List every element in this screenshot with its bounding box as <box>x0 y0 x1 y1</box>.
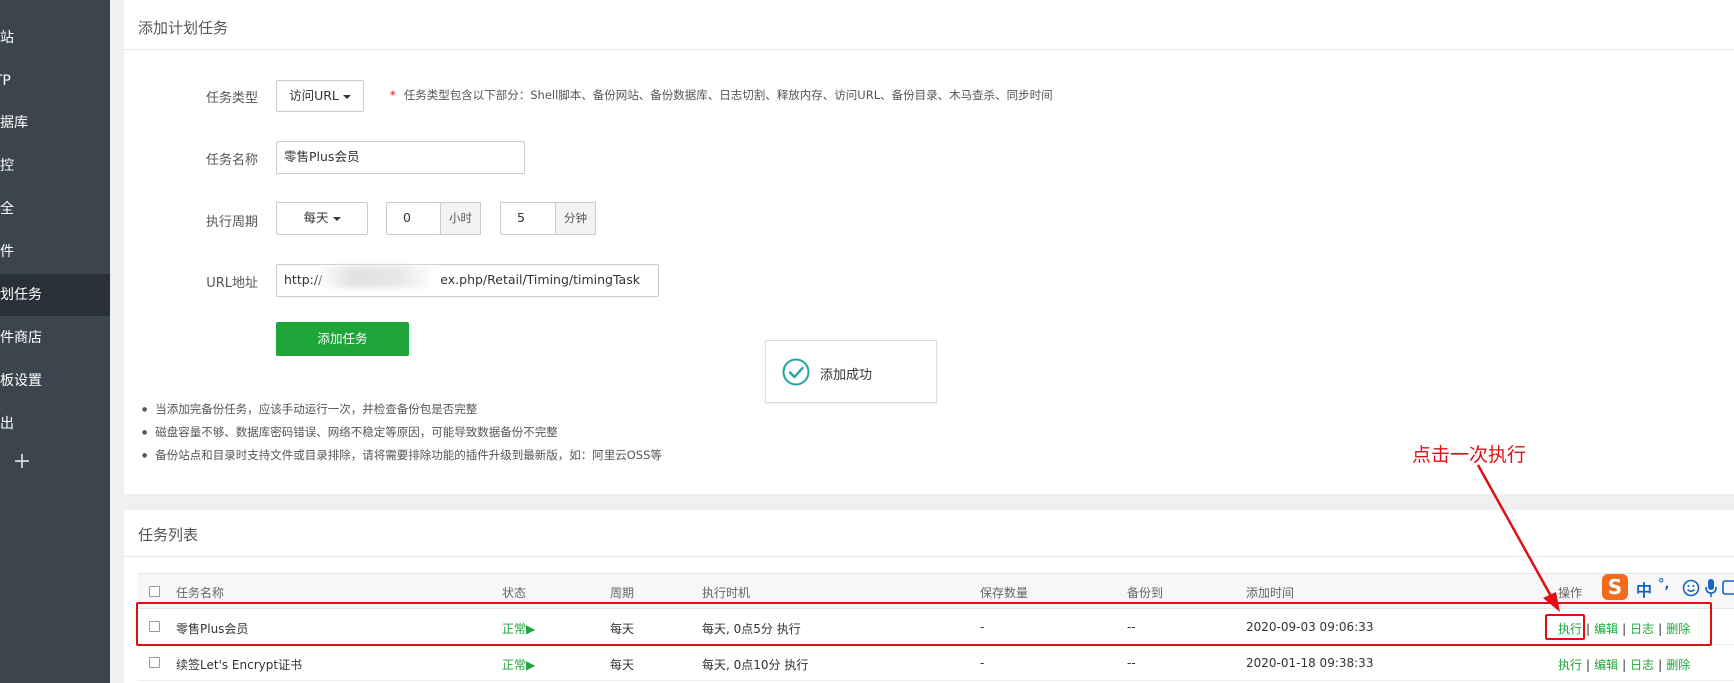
period-value: 每天 <box>303 210 329 225</box>
task-name-input[interactable]: 零售Plus会员 <box>276 141 525 174</box>
sidebar-item-label: 监控 <box>0 158 14 174</box>
select-all-checkbox[interactable] <box>149 586 160 597</box>
sidebar-item-settings[interactable]: 面板设置 <box>0 360 110 402</box>
redaction-blur <box>318 266 436 288</box>
caret-down-icon <box>342 94 351 99</box>
add-task-button[interactable]: 添加任务 <box>276 322 409 356</box>
annotation-row-highlight <box>136 602 1712 646</box>
sidebar-item-label: 安全 <box>0 201 14 217</box>
check-circle-icon <box>782 358 810 386</box>
column-header: 添加时间 <box>1246 586 1295 600</box>
divider <box>124 49 1734 50</box>
emoji-icon[interactable] <box>1682 579 1700 597</box>
column-header: 操作 <box>1558 586 1583 600</box>
caret-down-icon <box>332 216 341 221</box>
ime-lang-toggle[interactable]: 中 <box>1636 577 1652 601</box>
required-star: * <box>390 88 396 102</box>
minute-unit: 分钟 <box>555 202 596 235</box>
microphone-icon[interactable] <box>1704 578 1718 598</box>
task-name: 续签Let's Encrypt证书 <box>176 658 303 672</box>
column-header: 备份到 <box>1127 586 1164 600</box>
sidebar-item-website[interactable]: 网站 <box>0 17 110 59</box>
list-item: 当添加完备份任务，应该手动运行一次，并检查备份包是否完整 <box>142 401 477 417</box>
task-type-dropdown[interactable]: 访问URL <box>276 80 364 112</box>
log-link[interactable]: 日志 <box>1630 658 1654 672</box>
run-link[interactable]: 执行 <box>1558 658 1582 672</box>
sidebar-item-label: 网站 <box>0 30 14 46</box>
sidebar-item-label: 软件商店 <box>0 330 42 346</box>
task-list-title: 任务列表 <box>138 526 199 544</box>
add-task-panel <box>124 0 1734 494</box>
sidebar-item-database[interactable]: 数据库 <box>0 102 110 144</box>
sidebar-item-logout[interactable]: 退出 <box>0 403 110 445</box>
sidebar-item-monitor[interactable]: 监控 <box>0 145 110 187</box>
delete-link[interactable]: 删除 <box>1666 658 1690 672</box>
ime-toolbar: S 中 °, <box>1602 574 1734 602</box>
column-header: 任务名称 <box>176 586 225 600</box>
sidebar-item-security[interactable]: 安全 <box>0 188 110 230</box>
hint-text: 任务类型包含以下部分：Shell脚本、备份网站、备份数据库、日志切割、释放内存、… <box>403 88 1053 102</box>
task-type-hint: * 任务类型包含以下部分：Shell脚本、备份网站、备份数据库、日志切割、释放内存… <box>390 87 1053 103</box>
column-header: 保存数量 <box>980 586 1029 600</box>
period-label: 执行周期 <box>205 215 258 230</box>
ime-punct-toggle[interactable]: °, <box>1658 577 1669 592</box>
task-type-label: 任务类型 <box>205 91 258 106</box>
edit-link[interactable]: 编辑 <box>1594 658 1618 672</box>
hour-unit: 小时 <box>440 202 481 235</box>
url-prefix: http:// <box>284 272 323 287</box>
column-header: 周期 <box>610 586 635 600</box>
annotation-text: 点击一次执行 <box>1412 444 1527 466</box>
column-header: 执行时机 <box>702 586 751 600</box>
sidebar: 网站 FTP 数据库 监控 安全 文件 计划任务 软件商店 面板设置 退出 + <box>0 0 110 683</box>
sidebar-item-label: 文件 <box>0 244 14 260</box>
success-toast: 添加成功 <box>765 340 937 403</box>
divider <box>124 556 1734 557</box>
list-item: 磁盘容量不够、数据库密码错误、网络不稳定等原因，可能导致数据备份不完整 <box>142 424 558 440</box>
sidebar-item-label: FTP <box>0 73 11 89</box>
row-checkbox[interactable] <box>149 657 160 668</box>
list-item: 备份站点和目录时支持文件或目录排除，请将需要排除功能的插件升级到最新版，如：阿里… <box>142 447 662 463</box>
keyboard-icon[interactable] <box>1722 579 1734 597</box>
table-row: 续签Let's Encrypt证书 正常▶ 每天 每天, 0点10分 执行 - … <box>138 645 1734 681</box>
task-name-label: 任务名称 <box>205 153 258 168</box>
task-type-value: 访问URL <box>289 88 339 103</box>
period-dropdown[interactable]: 每天 <box>276 202 368 235</box>
sidebar-item-label: 计划任务 <box>0 287 42 303</box>
annotation-run-highlight <box>1545 614 1585 640</box>
toast-text: 添加成功 <box>820 368 873 383</box>
sidebar-item-store[interactable]: 软件商店 <box>0 317 110 359</box>
sidebar-item-ftp[interactable]: FTP <box>0 60 110 102</box>
sidebar-item-label: 退出 <box>0 416 14 432</box>
add-icon[interactable]: + <box>10 450 34 474</box>
sidebar-item-files[interactable]: 文件 <box>0 231 110 273</box>
url-suffix: ex.php/Retail/Timing/timingTask <box>440 272 640 287</box>
status-toggle[interactable]: 正常▶ <box>502 656 535 673</box>
sogou-logo-icon[interactable]: S <box>1602 574 1628 600</box>
added-time-cell: 2020-01-18 09:38:33 <box>1246 656 1374 670</box>
sidebar-item-label: 数据库 <box>0 115 28 131</box>
timing-cell: 每天, 0点10分 执行 <box>702 658 809 672</box>
row-actions: 执行 | 编辑 | 日志 | 删除 <box>1558 658 1691 672</box>
sidebar-item-cron[interactable]: 计划任务 <box>0 274 110 316</box>
hour-input[interactable]: 0 <box>386 202 441 235</box>
minute-input[interactable]: 5 <box>500 202 556 235</box>
column-header: 状态 <box>502 586 527 600</box>
keep-cell: - <box>980 656 985 670</box>
sidebar-item-label: 面板设置 <box>0 373 42 389</box>
period-cell: 每天 <box>610 658 635 672</box>
url-label: URL地址 <box>206 276 258 291</box>
backup-to-cell: -- <box>1127 656 1136 670</box>
add-task-title: 添加计划任务 <box>138 19 229 37</box>
